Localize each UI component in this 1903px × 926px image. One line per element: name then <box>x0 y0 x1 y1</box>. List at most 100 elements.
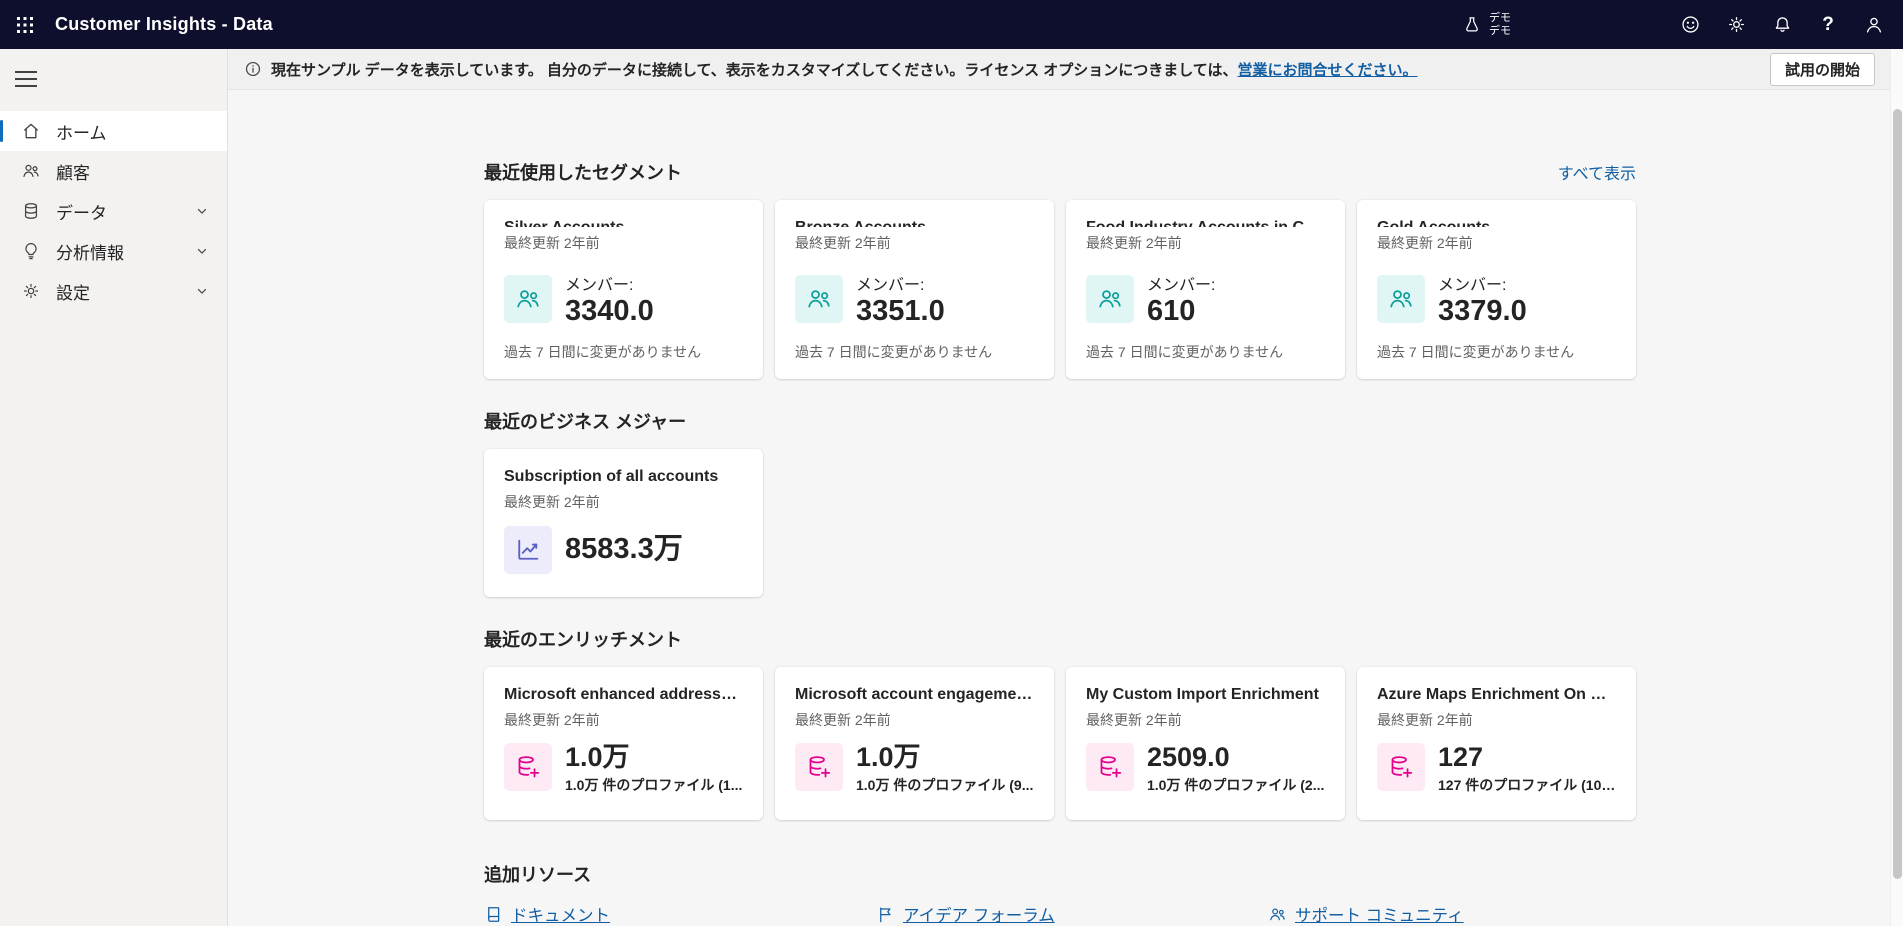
enrichment-profiles: 1.0万 件のプロファイル (1... <box>565 776 743 793</box>
gear-icon <box>1728 17 1744 32</box>
recent-segments-section: 最近使用したセグメント すべて表示 Silver Accounts 最終更新 2… <box>484 160 1903 379</box>
card-updated: 最終更新 2年前 <box>1086 234 1182 251</box>
section-title: 最近のエンリッチメント <box>484 630 682 650</box>
sidebar-item-insights[interactable]: 分析情報 <box>0 231 227 271</box>
demo-label: デモ デモ <box>1489 11 1511 37</box>
sidebar-item-home[interactable]: ホーム <box>0 111 227 151</box>
recent-measures-section: 最近のビジネス メジャー Subscription of all account… <box>484 411 1903 597</box>
members-icon <box>795 275 843 324</box>
section-title: 追加リソース <box>484 865 592 885</box>
enrichment-profiles: 127 件のプロファイル (100... <box>1438 776 1616 793</box>
card-footer: 過去 7 日間に変更がありません <box>504 344 702 360</box>
resource-ideas: アイデア フォーラム 製品へのアイデアをお寄せください <box>876 902 1268 926</box>
notifications-button[interactable] <box>1765 8 1799 42</box>
support-community-link[interactable]: サポート コミュニティ <box>1295 902 1464 926</box>
resource-community: サポート コミュニティ コミュニティで質問してください <box>1268 902 1660 926</box>
enrichment-value: 2509.0 <box>1147 742 1230 772</box>
documentation-link[interactable]: ドキュメント <box>511 902 610 926</box>
app-title: Customer Insights - Data <box>55 14 273 34</box>
section-title: 最近のビジネス メジャー <box>484 412 687 432</box>
sidebar-item-data[interactable]: データ <box>0 191 227 231</box>
start-trial-button[interactable]: 試用の開始 <box>1769 52 1875 86</box>
enrichment-card[interactable]: Microsoft account engagement enri... 最終更… <box>775 667 1054 820</box>
top-app-bar: Customer Insights - Data デモ デモ ? <box>0 0 1903 49</box>
lightbulb-icon <box>20 240 42 262</box>
demo-icon <box>1466 16 1478 31</box>
card-footer: 過去 7 日間に変更がありません <box>795 344 993 360</box>
ideas-forum-icon <box>880 907 891 922</box>
segment-card[interactable]: Gold Accounts 最終更新 2年前 メンバー: <box>1357 200 1636 379</box>
home-icon <box>20 120 42 142</box>
demo-environment-badge[interactable]: デモ デモ <box>1462 12 1511 37</box>
settings-button[interactable] <box>1719 8 1753 42</box>
sidebar-item-settings[interactable]: 設定 <box>0 271 227 311</box>
card-title: Microsoft enhanced addresses enric... <box>504 686 743 703</box>
feedback-button[interactable] <box>1673 8 1707 42</box>
enrichment-value: 1.0万 <box>856 742 921 772</box>
enrichment-card[interactable]: Microsoft enhanced addresses enric... 最終… <box>484 667 763 820</box>
ideas-forum-link[interactable]: アイデア フォーラム <box>903 902 1055 926</box>
chevron-down-icon <box>195 204 209 218</box>
support-community-icon <box>1270 908 1285 920</box>
enrichment-card[interactable]: Azure Maps Enrichment On Segment 最終更新 2年… <box>1357 667 1636 820</box>
members-count: 3340.0 <box>565 294 654 327</box>
database-icon <box>20 200 42 222</box>
enrichment-profiles: 1.0万 件のプロファイル (2... <box>1147 776 1325 793</box>
card-updated: 最終更新 2年前 <box>1377 234 1473 251</box>
measure-value: 8583.3万 <box>565 533 683 566</box>
account-button[interactable] <box>1857 8 1891 42</box>
card-title: Azure Maps Enrichment On Segment <box>1377 686 1616 703</box>
sidebar-item-label: データ <box>56 203 107 223</box>
sidebar-item-label: 分析情報 <box>56 243 124 263</box>
measure-chart-icon <box>504 526 552 574</box>
contact-sales-link[interactable]: 営業にお問合せください。 <box>1238 59 1418 80</box>
card-title: Microsoft account engagement enri... <box>795 686 1034 703</box>
sidebar-item-label: 顧客 <box>56 163 90 183</box>
gear-icon <box>20 280 42 302</box>
chevron-down-icon <box>195 244 209 258</box>
card-updated: 最終更新 2年前 <box>1086 712 1182 728</box>
hamburger-menu-icon[interactable] <box>15 67 43 91</box>
members-icon <box>504 275 552 324</box>
card-title: Gold Accounts <box>1377 219 1616 227</box>
segment-card[interactable]: Food Industry Accounts in California 最終更… <box>1066 200 1345 379</box>
segment-card[interactable]: Bronze Accounts 最終更新 2年前 メンバー: <box>775 200 1054 379</box>
view-all-link[interactable]: すべて表示 <box>1558 160 1636 184</box>
enrichment-database-icon <box>1086 743 1134 791</box>
person-icon <box>1866 17 1882 33</box>
documentation-icon <box>488 906 500 922</box>
chevron-down-icon <box>195 284 209 298</box>
enrichment-database-icon <box>795 743 843 791</box>
card-title: Bronze Accounts <box>795 219 1034 227</box>
segment-card[interactable]: Silver Accounts 最終更新 2年前 メンバー: <box>484 200 763 379</box>
card-title: My Custom Import Enrichment <box>1086 686 1319 703</box>
waffle-icon <box>16 16 33 33</box>
enrichment-card[interactable]: My Custom Import Enrichment 最終更新 2年前 250… <box>1066 667 1345 820</box>
enrichment-value: 127 <box>1438 742 1484 772</box>
scrollbar-thumb[interactable] <box>1893 109 1902 879</box>
card-updated: 最終更新 2年前 <box>504 494 600 510</box>
card-title: Food Industry Accounts in California <box>1086 219 1325 227</box>
app-launcher-icon[interactable] <box>0 0 49 49</box>
card-updated: 最終更新 2年前 <box>504 712 600 728</box>
smiley-icon <box>1681 16 1699 33</box>
members-label: メンバー: <box>1147 276 1216 294</box>
vertical-scrollbar[interactable] <box>1890 49 1903 926</box>
recent-enrichments-section: 最近のエンリッチメント Microsoft enhanced addresses… <box>484 629 1903 820</box>
enrichment-database-icon <box>1377 743 1425 791</box>
members-icon <box>1377 275 1425 324</box>
card-title: Subscription of all accounts <box>504 468 719 485</box>
members-count: 3351.0 <box>856 294 945 327</box>
enrichment-profiles: 1.0万 件のプロファイル (9... <box>856 776 1034 793</box>
help-button[interactable]: ? <box>1811 8 1845 42</box>
card-updated: 最終更新 2年前 <box>795 712 891 728</box>
members-label: メンバー: <box>856 276 925 294</box>
sidebar-item-customers[interactable]: 顧客 <box>0 151 227 191</box>
measure-card[interactable]: Subscription of all accounts 最終更新 2年前 85… <box>484 449 763 597</box>
members-label: メンバー: <box>1438 276 1507 294</box>
members-label: メンバー: <box>565 276 634 294</box>
members-count: 3379.0 <box>1438 294 1527 327</box>
card-footer: 過去 7 日間に変更がありません <box>1377 344 1575 360</box>
info-icon <box>244 60 262 78</box>
sample-data-banner: 現在サンプル データを表示しています。 自分のデータに接続して、表示をカスタマイ… <box>228 49 1903 90</box>
